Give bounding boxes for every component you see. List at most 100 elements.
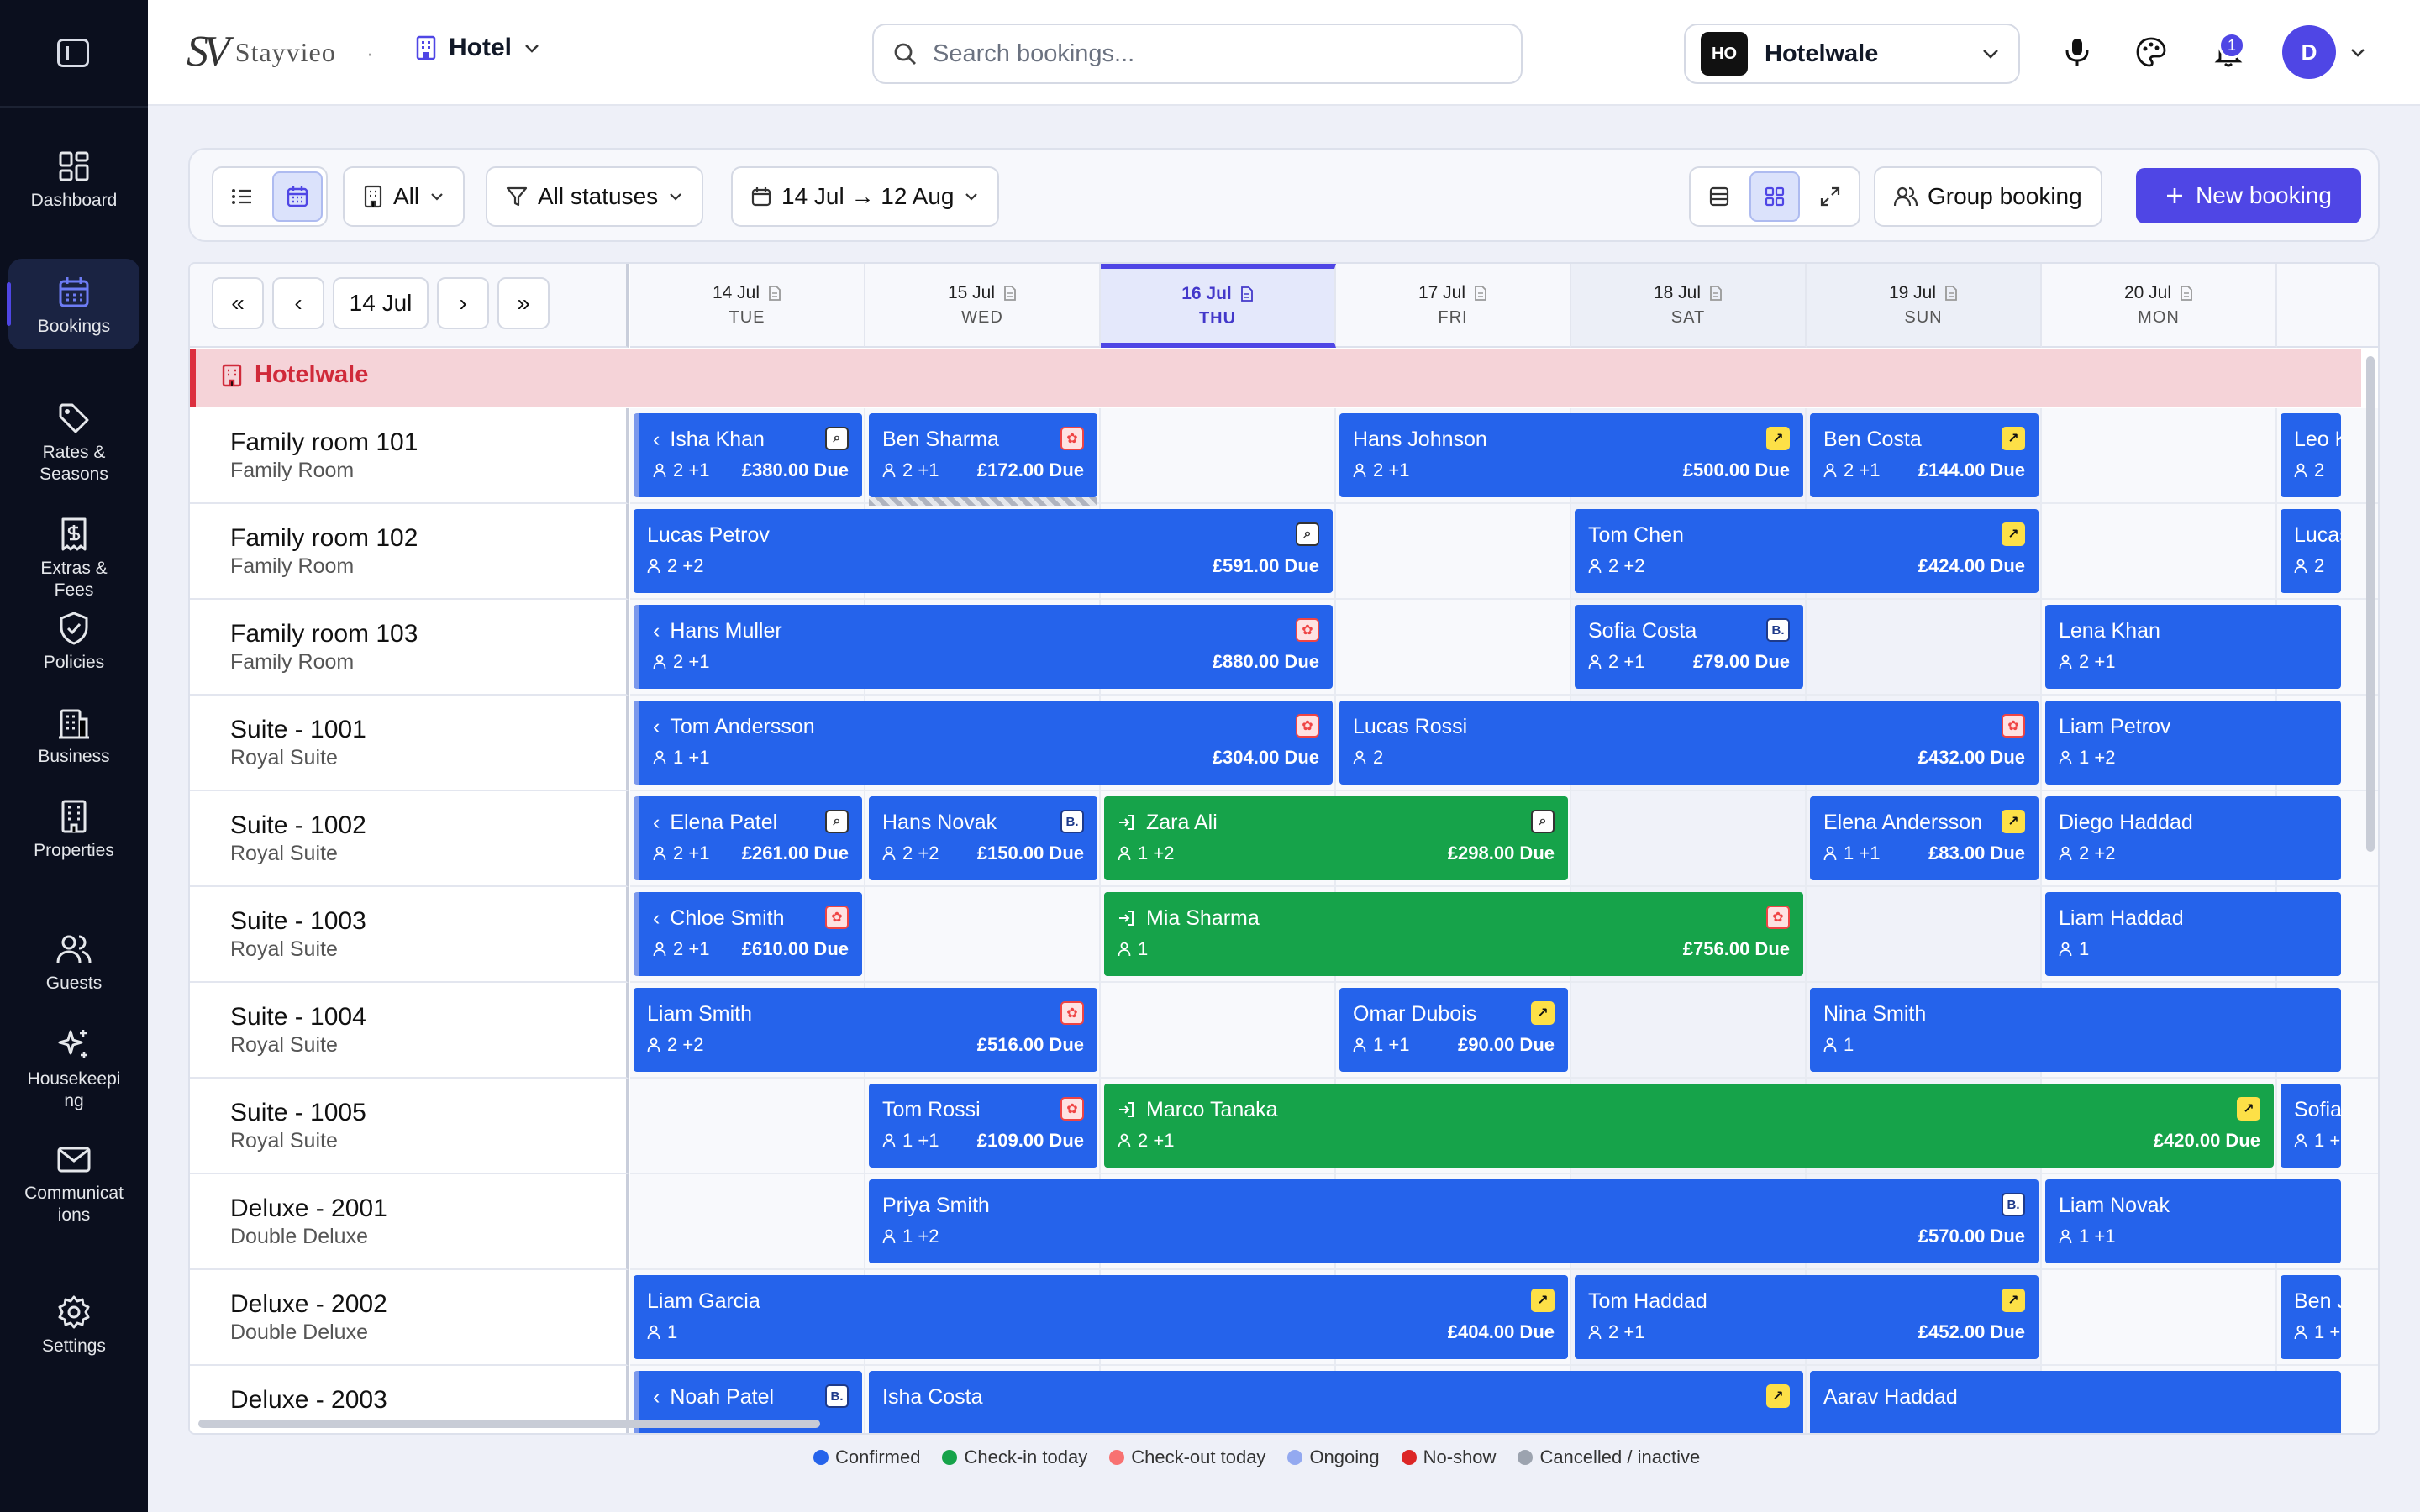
- booking-block[interactable]: Zara Ali 1 +2 £298.00 Due ⌕: [1104, 796, 1568, 880]
- calendar-cell[interactable]: [865, 887, 1101, 983]
- note-icon[interactable]: [1474, 285, 1487, 302]
- booking-block[interactable]: Aarav Haddad: [1810, 1371, 2341, 1433]
- booking-block[interactable]: Lena Khan 2 +1: [2045, 605, 2341, 689]
- status-filter-dropdown[interactable]: All statuses: [486, 166, 704, 227]
- sidebar-item-rates-seasons[interactable]: Rates & Seasons: [8, 400, 139, 486]
- booking-block[interactable]: Elena Andersson 1 +1 £83.00 Due ↗: [1810, 796, 2039, 880]
- list-view-button[interactable]: [217, 171, 267, 222]
- property-group-row[interactable]: Hotelwale: [190, 349, 2361, 407]
- user-avatar[interactable]: D: [2282, 25, 2336, 79]
- new-booking-button[interactable]: New booking: [2136, 168, 2361, 223]
- booking-block[interactable]: Ben Jo 1 +1: [2281, 1275, 2341, 1359]
- room-row-label[interactable]: Family room 101 Family Room: [190, 408, 629, 504]
- room-row-label[interactable]: Deluxe - 2002 Double Deluxe: [190, 1270, 629, 1366]
- booking-block[interactable]: Mia Sharma 1 £756.00 Due ✿: [1104, 892, 1803, 976]
- booking-block[interactable]: ‹ Tom Andersson 1 +1 £304.00 Due ✿: [634, 701, 1333, 785]
- vertical-scrollbar[interactable]: [2366, 356, 2375, 852]
- palette-icon[interactable]: [2134, 35, 2168, 69]
- grid-view-button[interactable]: [1749, 171, 1800, 222]
- property-type-selector[interactable]: Hotel: [415, 34, 540, 62]
- day-header[interactable]: 17 Jul FRI: [1336, 264, 1571, 348]
- room-row-label[interactable]: Suite - 1001 Royal Suite: [190, 696, 629, 791]
- calendar-cell[interactable]: [1571, 983, 1807, 1079]
- booking-block[interactable]: Liam Smith 2 +2 £516.00 Due ✿: [634, 988, 1097, 1072]
- sidebar-item-settings[interactable]: Settings: [8, 1294, 139, 1357]
- calendar-cell[interactable]: [630, 1079, 865, 1174]
- property-filter-dropdown[interactable]: All: [343, 166, 466, 227]
- sidebar-item-housekeeping[interactable]: Housekeepi ng: [8, 1026, 139, 1112]
- sidebar-item-policies[interactable]: Policies: [8, 610, 139, 674]
- booking-block[interactable]: Lucas A 2: [2281, 509, 2341, 593]
- booking-block[interactable]: Tom Rossi 1 +1 £109.00 Due ✿: [869, 1084, 1097, 1168]
- booking-block[interactable]: Marco Tanaka 2 +1 £420.00 Due ↗: [1104, 1084, 2274, 1168]
- calendar-cell[interactable]: [1807, 600, 2042, 696]
- booking-block[interactable]: ‹ Chloe Smith 2 +1 £610.00 Due ✿: [634, 892, 862, 976]
- note-icon[interactable]: [2180, 285, 2193, 302]
- next-button[interactable]: ›: [437, 277, 489, 329]
- fullscreen-button[interactable]: [1805, 171, 1855, 222]
- day-header[interactable]: 15 Jul WED: [865, 264, 1101, 348]
- booking-block[interactable]: Priya Smith 1 +2 £570.00 Due B.: [869, 1179, 2039, 1263]
- chevron-down-icon[interactable]: [2349, 47, 2366, 59]
- booking-block[interactable]: Nina Smith 1: [1810, 988, 2341, 1072]
- sidebar-item-communications[interactable]: Communicat ions: [8, 1141, 139, 1226]
- calendar-cell[interactable]: [1571, 791, 1807, 887]
- booking-block[interactable]: Tom Chen 2 +2 £424.00 Due ↗: [1575, 509, 2039, 593]
- room-row-label[interactable]: Suite - 1003 Royal Suite: [190, 887, 629, 983]
- note-icon[interactable]: [1709, 285, 1723, 302]
- calendar-cell[interactable]: [2042, 408, 2277, 504]
- horizontal-scrollbar[interactable]: [198, 1420, 820, 1428]
- app-logo[interactable]: SV Stayvieo: [187, 30, 336, 74]
- booking-block[interactable]: ‹ Elena Patel 2 +1 £261.00 Due ⌕: [634, 796, 862, 880]
- booking-block[interactable]: Hans Novak 2 +2 £150.00 Due B.: [869, 796, 1097, 880]
- room-row-label[interactable]: Suite - 1005 Royal Suite: [190, 1079, 629, 1174]
- booking-block[interactable]: Omar Dubois 1 +1 £90.00 Due ↗: [1339, 988, 1568, 1072]
- booking-block[interactable]: Sofia K 1 +1: [2281, 1084, 2341, 1168]
- day-header[interactable]: 20 Jul MON: [2042, 264, 2277, 348]
- sidebar-item-bookings[interactable]: Bookings: [7, 259, 139, 349]
- room-row-label[interactable]: Deluxe - 2001 Double Deluxe: [190, 1174, 629, 1270]
- compact-view-button[interactable]: [1694, 171, 1744, 222]
- calendar-cell[interactable]: [1336, 504, 1571, 600]
- day-header[interactable]: 19 Jul SUN: [1807, 264, 2042, 348]
- note-icon[interactable]: [1944, 285, 1958, 302]
- sidebar-item-dashboard[interactable]: Dashboard: [8, 148, 139, 212]
- booking-block[interactable]: Leo Kim 2: [2281, 413, 2341, 497]
- sidebar-item-extras-fees[interactable]: Extras & Fees: [8, 516, 139, 601]
- calendar-view-button[interactable]: [272, 171, 323, 222]
- sidebar-toggle-icon[interactable]: [57, 39, 89, 67]
- calendar-cell[interactable]: [2042, 504, 2277, 600]
- microphone-icon[interactable]: [2060, 35, 2094, 69]
- calendar-cell[interactable]: [1336, 600, 1571, 696]
- booking-block[interactable]: Lucas Petrov 2 +2 £591.00 Due ⌕: [634, 509, 1333, 593]
- search-box[interactable]: [872, 24, 1523, 84]
- booking-block[interactable]: Ben Sharma 2 +1 £172.00 Due ✿: [869, 413, 1097, 497]
- booking-block[interactable]: Liam Haddad 1: [2045, 892, 2341, 976]
- sidebar-item-guests[interactable]: Guests: [8, 931, 139, 995]
- search-input[interactable]: [933, 39, 1437, 68]
- booking-block[interactable]: Liam Petrov 1 +2: [2045, 701, 2341, 785]
- sidebar-item-properties[interactable]: Properties: [8, 798, 139, 862]
- booking-block[interactable]: Tom Haddad 2 +1 £452.00 Due ↗: [1575, 1275, 2039, 1359]
- booking-block[interactable]: Liam Garcia 1 £404.00 Due ↗: [634, 1275, 1568, 1359]
- room-row-label[interactable]: Family room 103 Family Room: [190, 600, 629, 696]
- calendar-cell[interactable]: [1101, 983, 1336, 1079]
- calendar-cell[interactable]: [630, 1174, 865, 1270]
- room-row-label[interactable]: Family room 102 Family Room: [190, 504, 629, 600]
- booking-block[interactable]: Sofia Costa 2 +1 £79.00 Due B.: [1575, 605, 1803, 689]
- current-date-button[interactable]: 14 Jul: [333, 277, 429, 329]
- calendar-cell[interactable]: [1101, 408, 1336, 504]
- previous-button[interactable]: ‹: [272, 277, 324, 329]
- note-icon[interactable]: [1240, 286, 1254, 302]
- booking-block[interactable]: Ben Costa 2 +1 £144.00 Due ↗: [1810, 413, 2039, 497]
- day-header[interactable]: 14 Jul TUE: [630, 264, 865, 348]
- calendar-cell[interactable]: [2042, 1270, 2277, 1366]
- room-row-label[interactable]: Suite - 1002 Royal Suite: [190, 791, 629, 887]
- account-selector[interactable]: HO Hotelwale: [1684, 24, 2020, 84]
- date-range-picker[interactable]: 14 Jul → 12 Aug: [731, 166, 1000, 227]
- group-booking-button[interactable]: Group booking: [1874, 166, 2102, 227]
- booking-block[interactable]: Hans Johnson 2 +1 £500.00 Due ↗: [1339, 413, 1803, 497]
- day-header[interactable]: 16 Jul THU: [1101, 264, 1336, 348]
- room-row-label[interactable]: Suite - 1004 Royal Suite: [190, 983, 629, 1079]
- booking-block[interactable]: Diego Haddad 2 +2: [2045, 796, 2341, 880]
